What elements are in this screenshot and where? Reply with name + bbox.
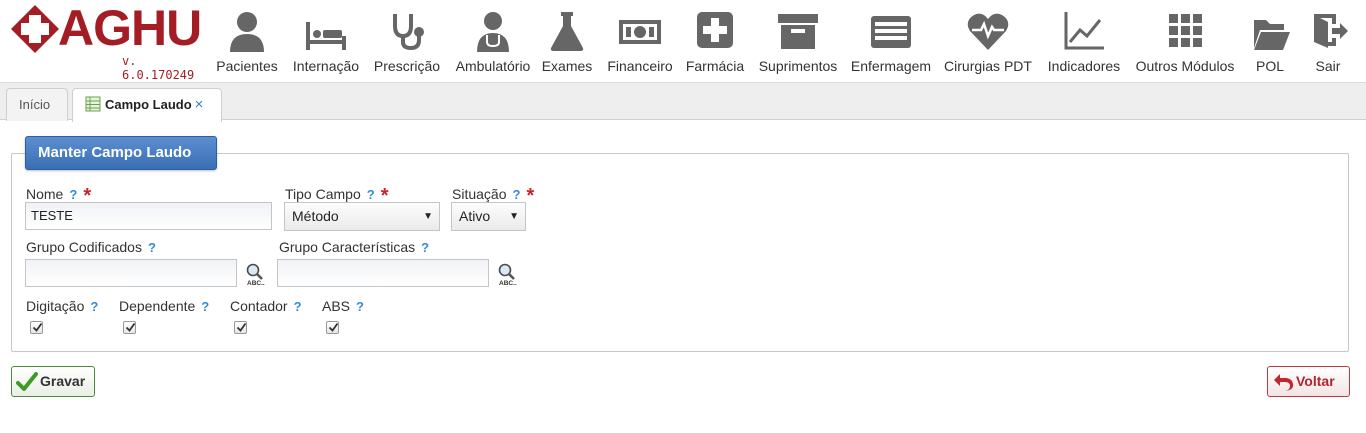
module-label: Indicadores xyxy=(1047,58,1121,74)
tab-campo-laudo[interactable]: Campo Laudo × xyxy=(72,88,222,122)
module-label: Outros Módulos xyxy=(1135,58,1235,74)
voltar-button[interactable]: Voltar xyxy=(1267,366,1350,397)
module-farmacia[interactable]: Farmácia xyxy=(684,10,746,76)
bed-icon xyxy=(306,22,346,50)
module-label: Cirurgias PDT xyxy=(944,58,1032,74)
tab-label: Campo Laudo xyxy=(105,97,192,112)
aghu-logo[interactable]: AGHU v. 6.0.170249 xyxy=(8,0,208,82)
svg-text:ABC..: ABC.. xyxy=(499,280,517,286)
module-label: Suprimentos xyxy=(758,58,838,74)
grid-icon xyxy=(1169,14,1202,47)
digitacao-checkbox[interactable] xyxy=(30,321,43,334)
module-label: Farmácia xyxy=(685,58,745,74)
money-icon xyxy=(619,20,661,44)
module-label: Exames xyxy=(541,58,593,74)
module-internacao[interactable]: Internação xyxy=(290,10,362,76)
dropdown-caret-icon: ▼ xyxy=(423,211,433,222)
required-icon: * xyxy=(526,185,535,207)
help-icon[interactable]: ? xyxy=(148,240,156,255)
checkmark-icon xyxy=(16,372,38,391)
grupo-caracteristicas-label: Grupo Características? xyxy=(279,239,430,255)
help-icon[interactable]: ? xyxy=(69,187,77,202)
help-icon[interactable]: ? xyxy=(367,187,375,202)
module-ambulatorio[interactable]: Ambulatório xyxy=(452,10,534,76)
module-label: Ambulatório xyxy=(455,58,531,74)
help-icon[interactable]: ? xyxy=(294,299,302,314)
abs-checkbox[interactable] xyxy=(326,321,339,334)
module-pacientes[interactable]: Pacientes xyxy=(214,10,280,76)
tab-inicio[interactable]: Início xyxy=(6,88,68,121)
module-label: Sair xyxy=(1315,58,1341,74)
tab-label: Início xyxy=(19,97,51,112)
stethoscope-icon xyxy=(393,14,424,51)
top-bar: AGHU v. 6.0.170249 Pacientes Internação … xyxy=(0,0,1366,82)
voltar-label: Voltar xyxy=(1296,373,1335,389)
app-version: v. 6.0.170249 xyxy=(122,54,195,82)
module-label: Financeiro xyxy=(607,58,673,74)
module-label: Prescrição xyxy=(373,58,441,74)
medical-cross-icon xyxy=(11,5,59,53)
contador-label: Contador? xyxy=(230,298,302,314)
dropdown-caret-icon: ▼ xyxy=(509,211,519,222)
module-cirurgias-pdt[interactable]: Cirurgias PDT xyxy=(942,10,1034,76)
undo-arrow-icon xyxy=(1274,374,1294,391)
module-exames[interactable]: Exames xyxy=(540,10,594,76)
gravar-button[interactable]: Gravar xyxy=(11,366,95,397)
abs-label: ABS? xyxy=(322,298,364,314)
person-icon xyxy=(230,12,264,52)
form-legend: Manter Campo Laudo xyxy=(25,136,217,170)
situacao-select[interactable]: Ativo ▼ xyxy=(451,202,526,231)
archive-box-icon xyxy=(778,14,818,49)
module-pol[interactable]: POL xyxy=(1248,10,1292,76)
help-icon[interactable]: ? xyxy=(201,299,209,314)
table-icon xyxy=(85,96,101,112)
pharmacy-cross-icon xyxy=(697,12,733,48)
flask-icon xyxy=(550,12,584,51)
module-sair[interactable]: Sair xyxy=(1306,10,1350,76)
module-indicadores[interactable]: Indicadores xyxy=(1044,10,1124,76)
magnifier-abc-icon[interactable]: ABC.. xyxy=(497,262,519,286)
logo-text: AGHU xyxy=(58,0,202,56)
tabs-bar: Início Campo Laudo × xyxy=(0,82,1366,122)
module-financeiro[interactable]: Financeiro xyxy=(604,10,676,76)
digitacao-label: Digitação? xyxy=(26,298,99,314)
module-label: Enfermagem xyxy=(850,58,932,74)
module-label: Pacientes xyxy=(216,58,278,74)
grupo-codificados-label: Grupo Codificados? xyxy=(26,239,156,255)
situacao-value: Ativo xyxy=(459,208,491,224)
module-prescricao[interactable]: Prescrição xyxy=(372,10,442,76)
folder-icon xyxy=(1254,20,1290,50)
magnifier-abc-icon[interactable]: ABC.. xyxy=(245,262,267,286)
grupo-codificados-field[interactable] xyxy=(25,259,237,287)
grupo-caracteristicas-field[interactable] xyxy=(277,259,489,287)
nome-field[interactable]: TESTE xyxy=(25,202,272,230)
module-outros-modulos[interactable]: Outros Módulos xyxy=(1132,10,1238,76)
help-icon[interactable]: ? xyxy=(512,187,520,202)
help-icon[interactable]: ? xyxy=(356,299,364,314)
form-fieldset xyxy=(11,153,1349,352)
module-label: Internação xyxy=(292,58,360,74)
dependente-checkbox[interactable] xyxy=(123,321,136,334)
help-icon[interactable]: ? xyxy=(90,299,98,314)
exit-icon xyxy=(1314,14,1348,48)
close-tab-icon[interactable]: × xyxy=(195,96,204,113)
dependente-label: Dependente? xyxy=(119,298,210,314)
tipo-campo-select[interactable]: Método ▼ xyxy=(284,202,440,231)
help-icon[interactable]: ? xyxy=(421,240,429,255)
heartbeat-icon xyxy=(967,13,1009,51)
module-enfermagem[interactable]: Enfermagem xyxy=(848,10,934,76)
doctor-icon xyxy=(477,12,509,52)
contador-checkbox[interactable] xyxy=(234,321,247,334)
list-panel-icon xyxy=(871,16,911,48)
module-suprimentos[interactable]: Suprimentos xyxy=(756,10,840,76)
svg-text:ABC..: ABC.. xyxy=(247,280,265,286)
module-label: POL xyxy=(1255,58,1284,74)
tipo-campo-value: Método xyxy=(292,208,339,224)
line-chart-icon xyxy=(1064,12,1104,50)
gravar-label: Gravar xyxy=(40,373,86,389)
